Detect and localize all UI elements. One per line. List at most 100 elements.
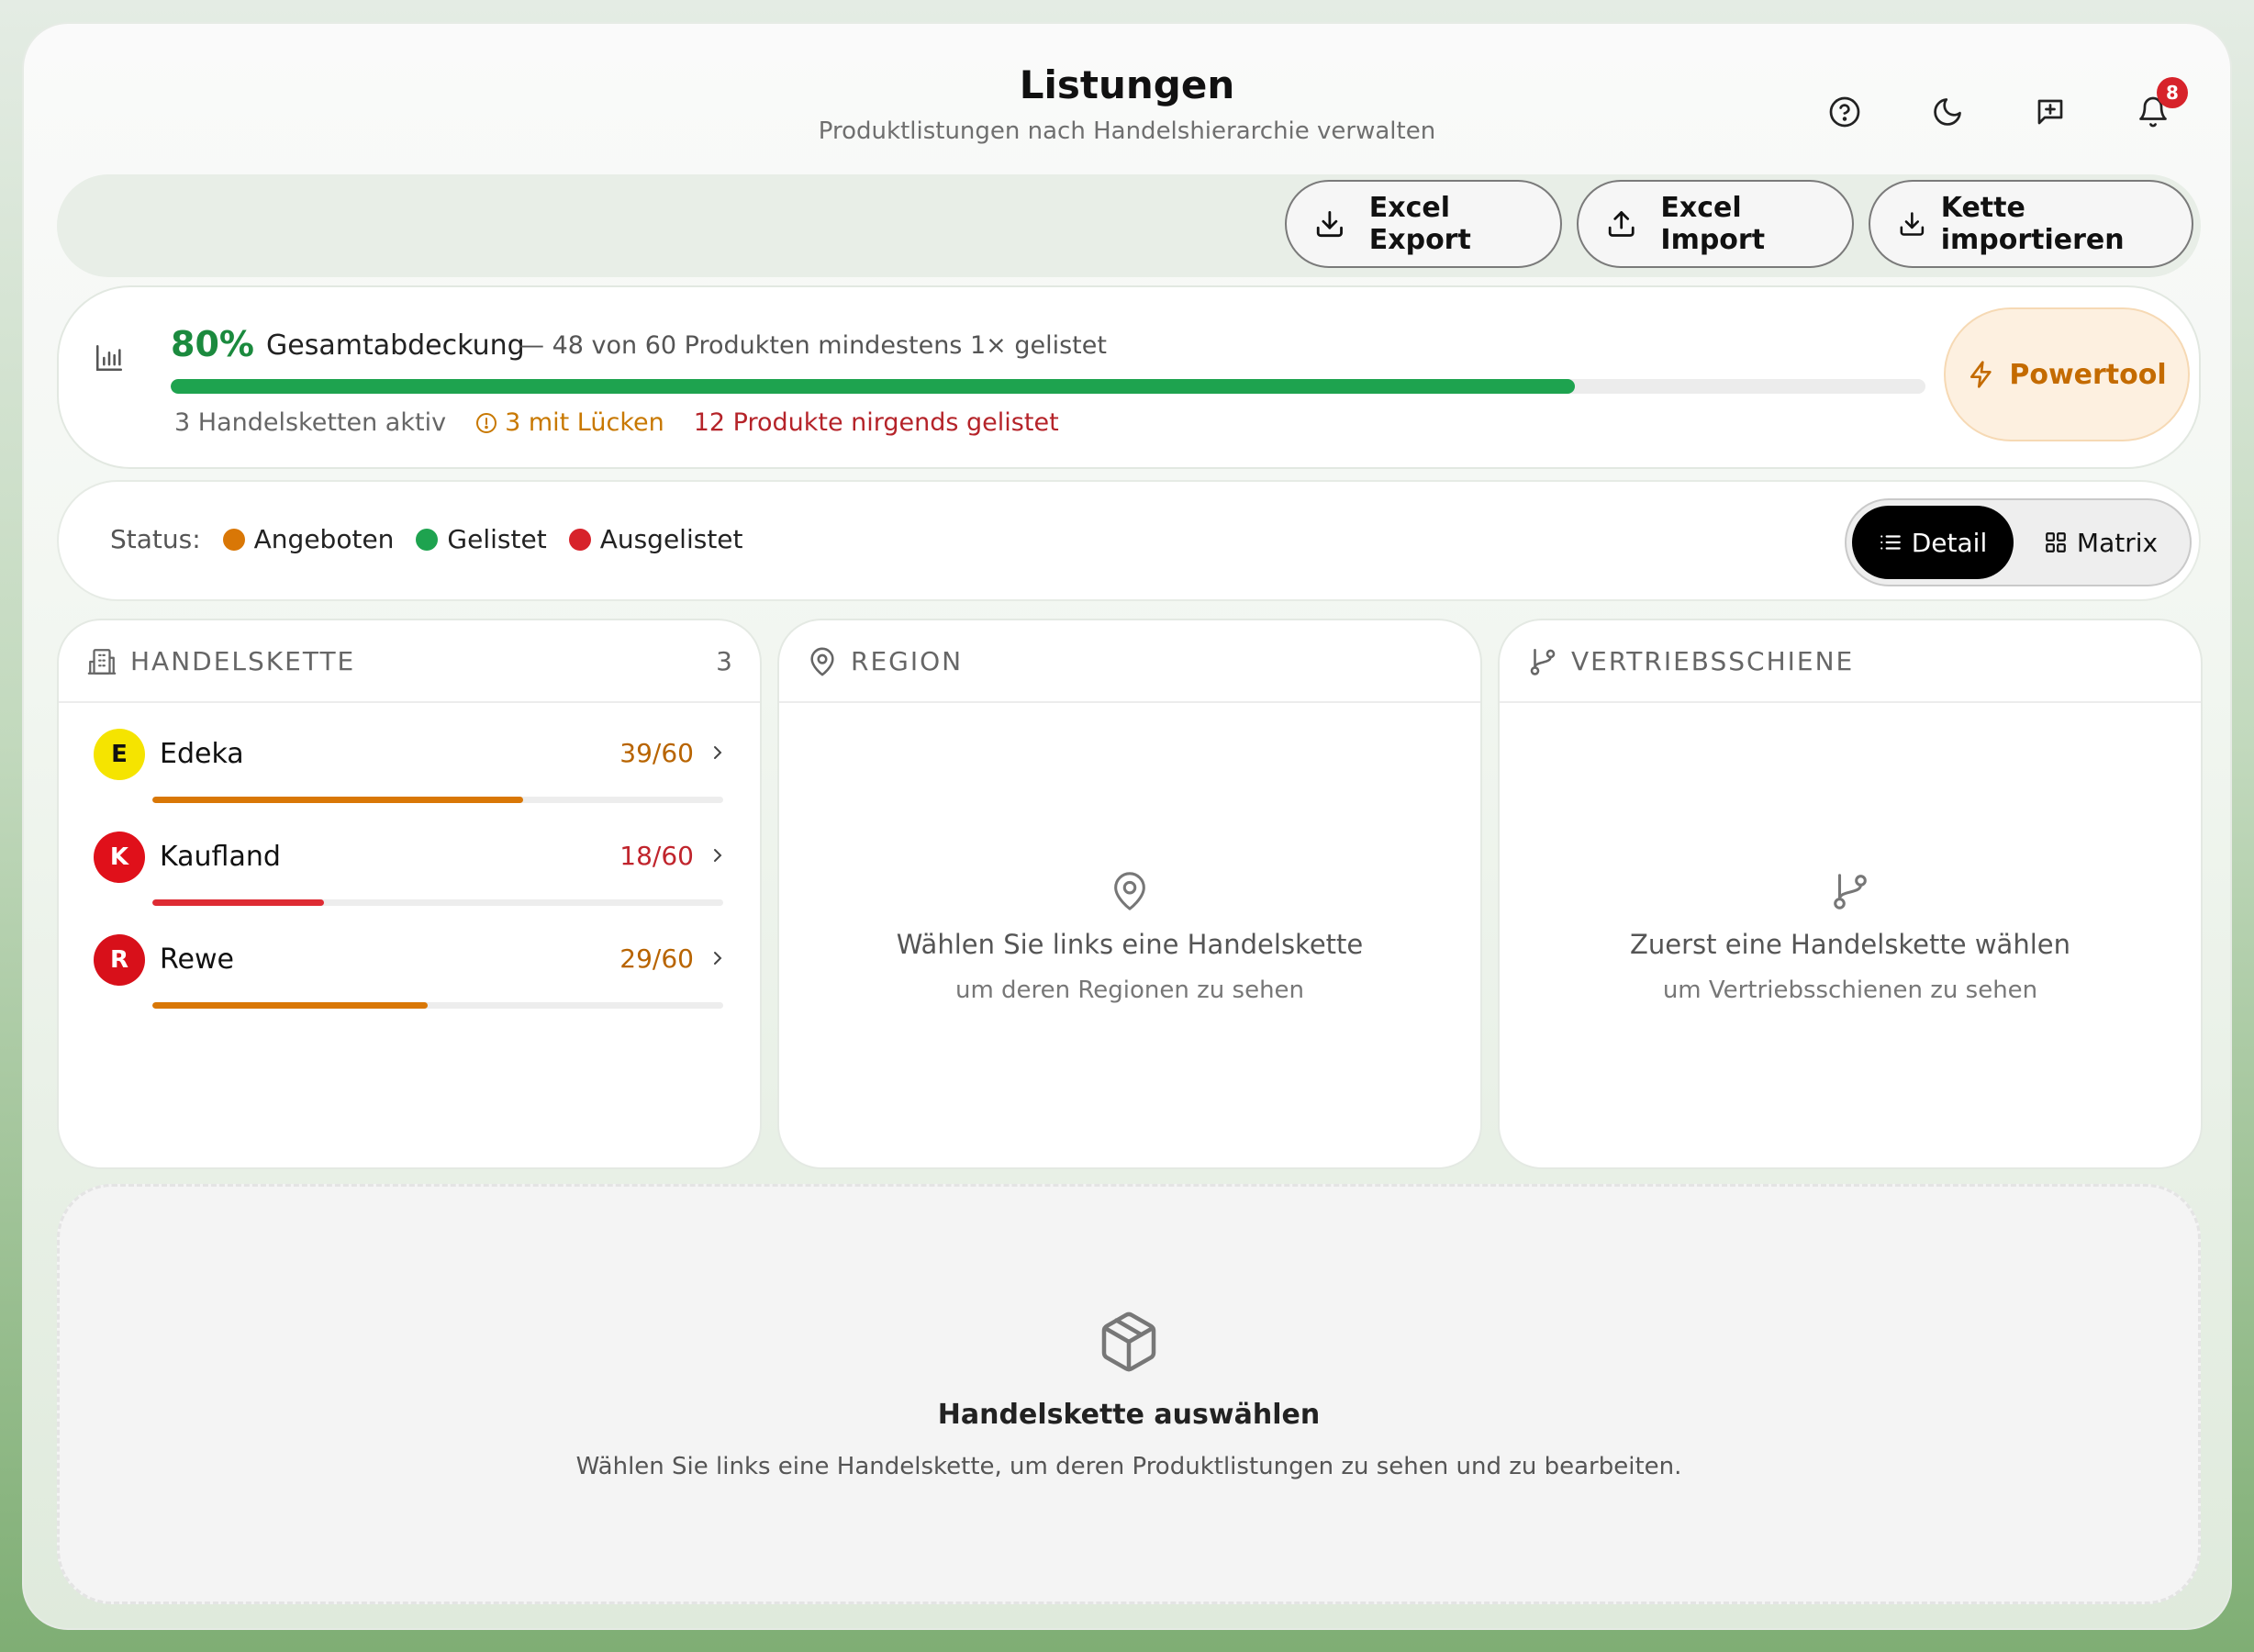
import-chain-label: Kette importieren: [1940, 192, 2125, 256]
list-icon: [1880, 535, 1901, 550]
channel-panel: VERTRIEBSSCHIENE Zuerst eine Handelskett…: [1498, 619, 2203, 1169]
legend-item-offered: Angeboten: [222, 524, 395, 554]
chains-panel: HANDELSKETTE 3 E Edeka 39/60 K Kaufland …: [57, 619, 762, 1169]
product-listings-area: Handelskette auswählen Wählen Sie links …: [57, 1184, 2201, 1604]
chain-progress-fill: [152, 1002, 429, 1009]
channel-empty-subtitle: um Vertriebsschienen zu sehen: [1662, 977, 2038, 1004]
active-chains-stat: 3 Handelsketten aktiv: [174, 408, 447, 437]
chain-name: Kaufland: [160, 841, 281, 873]
chain-name: Edeka: [160, 738, 244, 770]
not-listed-stat[interactable]: 12 Produkte nirgends gelistet: [694, 408, 1059, 437]
region-panel: REGION Wählen Sie links eine Handelskett…: [777, 619, 1482, 1169]
coverage-stats: 3 Handelsketten aktiv 3 mit Lücken 12 Pr…: [174, 408, 1059, 437]
status-dot: [222, 528, 245, 551]
help-icon: [1829, 96, 1860, 128]
feedback-icon: [2037, 99, 2063, 125]
chain-avatar: E: [94, 729, 145, 780]
view-matrix-label: Matrix: [2076, 527, 2159, 558]
gaps-label: 3 mit Lücken: [505, 408, 664, 437]
coverage-description: — 48 von 60 Produkten mindestens 1× geli…: [519, 331, 1107, 360]
status-label: Status:: [110, 524, 201, 554]
notification-badge: 8: [2157, 77, 2188, 108]
region-panel-title: REGION: [851, 646, 964, 676]
chain-name: Rewe: [160, 943, 234, 976]
chain-progress-bar: [152, 1002, 723, 1009]
status-legend-bar: Status: Angeboten Gelistet Ausgelistet D…: [57, 480, 2201, 601]
chain-progress-bar: [152, 797, 723, 803]
help-button[interactable]: [1817, 84, 1872, 140]
app-window: Listungen Produktlistungen nach Handelsh…: [22, 22, 2232, 1630]
lightning-icon: [1970, 361, 1992, 388]
view-toggle: Detail Matrix: [1845, 498, 2192, 586]
excel-import-label: Excel Import: [1660, 192, 1766, 256]
coverage-percent: 80%: [171, 324, 254, 364]
dark-mode-toggle[interactable]: [1920, 84, 1975, 140]
chain-item-rewe[interactable]: R Rewe 29/60: [94, 934, 736, 1026]
excel-import-button[interactable]: Excel Import: [1577, 180, 1854, 268]
moon-icon: [1934, 98, 1961, 126]
legend-label: Angeboten: [253, 524, 395, 554]
channel-empty-state: Zuerst eine Handelskette wählen um Vertr…: [1500, 703, 2201, 1167]
chain-avatar: K: [94, 832, 145, 883]
coverage-progress-bar: [171, 379, 1925, 394]
package-icon: [1101, 1312, 1156, 1371]
legend-label: Gelistet: [447, 524, 547, 554]
coverage-card: 80% Gesamtabdeckung — 48 von 60 Produkte…: [57, 285, 2201, 469]
channel-panel-header: VERTRIEBSSCHIENE: [1500, 620, 2201, 703]
git-branch-icon: [1530, 648, 1556, 675]
chains-count: 3: [716, 646, 732, 676]
map-pin-icon: [1114, 872, 1145, 910]
chain-coverage: 29/60: [619, 943, 694, 974]
view-matrix-button[interactable]: Matrix: [2017, 506, 2184, 579]
excel-export-button[interactable]: Excel Export: [1285, 180, 1562, 268]
excel-export-label: Excel Export: [1368, 192, 1471, 256]
page-header: Listungen Produktlistungen nach Handelsh…: [24, 24, 2230, 189]
chains-panel-header: HANDELSKETTE 3: [59, 620, 760, 703]
powertool-button[interactable]: Powertool: [1944, 307, 2190, 441]
map-pin-icon: [810, 647, 834, 676]
gaps-stat[interactable]: 3 mit Lücken: [475, 408, 664, 437]
import-chain-button[interactable]: Kette importieren: [1869, 180, 2193, 268]
product-empty-description: Wählen Sie links eine Handelskette, um d…: [575, 1452, 1682, 1480]
status-legend: Status: Angeboten Gelistet Ausgelistet: [110, 524, 765, 554]
chains-panel-title: HANDELSKETTE: [130, 646, 356, 676]
chain-avatar: R: [94, 934, 145, 986]
download-icon: [1900, 212, 1925, 236]
bar-chart-icon: [95, 344, 123, 372]
status-dot: [568, 528, 591, 551]
chain-progress-fill: [152, 899, 324, 906]
chevron-right-icon: [714, 746, 722, 759]
region-empty-state: Wählen Sie links eine Handelskette um de…: [779, 703, 1480, 1167]
view-detail-button[interactable]: Detail: [1852, 506, 2014, 579]
product-empty-state: Handelskette auswählen Wählen Sie links …: [60, 1187, 2198, 1602]
notifications-button[interactable]: 8: [2126, 77, 2188, 140]
channel-empty-title: Zuerst eine Handelskette wählen: [1630, 929, 2070, 960]
region-empty-subtitle: um deren Regionen zu sehen: [954, 977, 1305, 1004]
legend-item-listed: Gelistet: [416, 524, 547, 554]
legend-item-delisted: Ausgelistet: [568, 524, 743, 554]
region-panel-header: REGION: [779, 620, 1480, 703]
building-icon: [87, 649, 117, 675]
coverage-label: Gesamtabdeckung: [266, 329, 525, 362]
chain-progress-fill: [152, 797, 524, 803]
alert-circle-icon: [476, 412, 497, 433]
upload-icon: [1608, 211, 1635, 237]
chain-progress-bar: [152, 899, 723, 906]
git-branch-icon: [1834, 874, 1867, 910]
chain-item-edeka[interactable]: E Edeka 39/60: [94, 729, 736, 820]
channel-panel-title: VERTRIEBSSCHIENE: [1571, 646, 1855, 676]
chain-coverage: 39/60: [619, 738, 694, 768]
product-empty-title: Handelskette auswählen: [937, 1398, 1321, 1431]
powertool-label: Powertool: [2009, 358, 2167, 391]
page-subtitle: Produktlistungen nach Handelshierarchie …: [818, 117, 1436, 145]
chevron-right-icon: [714, 849, 722, 862]
chevron-right-icon: [714, 952, 722, 965]
status-dot: [416, 528, 439, 551]
chain-item-kaufland[interactable]: K Kaufland 18/60: [94, 832, 736, 923]
region-empty-title: Wählen Sie links eine Handelskette: [896, 929, 1364, 960]
grid-icon: [2046, 532, 2066, 553]
chain-coverage: 18/60: [619, 841, 694, 871]
page-title: Listungen: [1019, 62, 1235, 107]
feedback-button[interactable]: [2023, 84, 2078, 140]
legend-label: Ausgelistet: [599, 524, 743, 554]
